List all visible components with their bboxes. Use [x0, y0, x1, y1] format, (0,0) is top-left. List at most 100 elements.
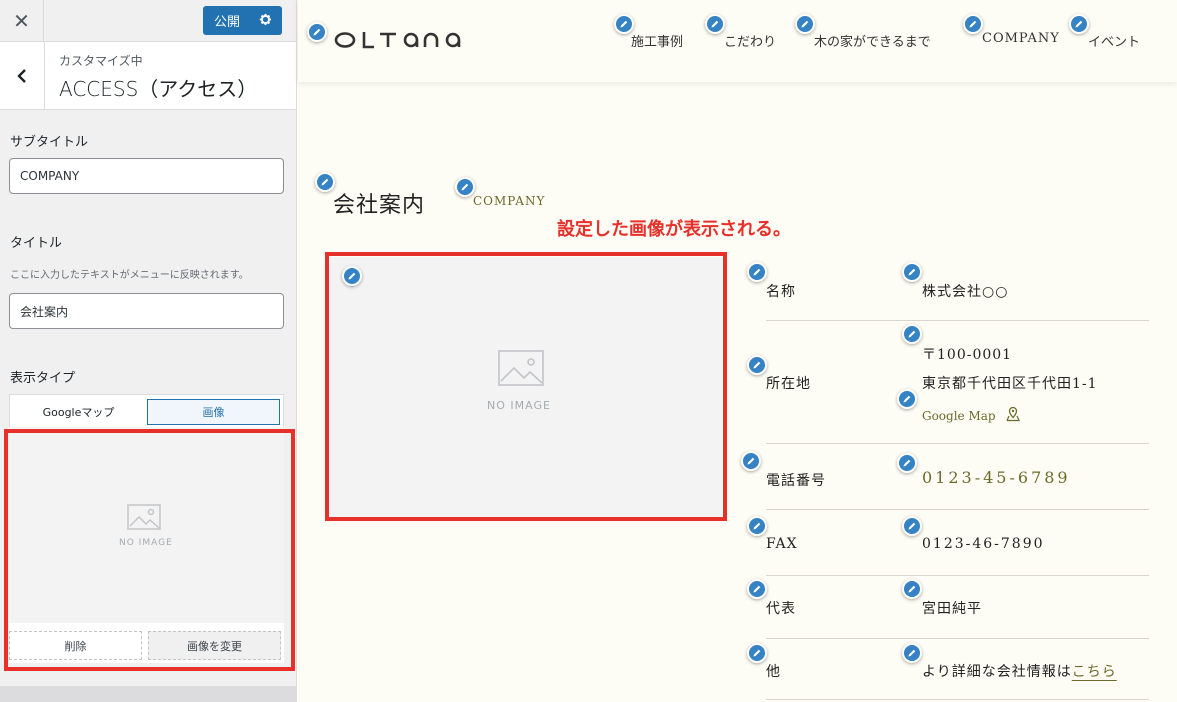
divider: [766, 699, 1149, 700]
tab-google-map[interactable]: Googleマップ: [12, 399, 145, 425]
pencil-icon: [461, 183, 469, 191]
divider: [766, 509, 1149, 510]
edit-shortcut-tel-value[interactable]: [897, 453, 917, 473]
pencil-icon: [753, 361, 761, 369]
pencil-icon: [747, 457, 755, 465]
customizer-sidebar: ✕ 公開 カスタマイズ中 ACCESS（アクセス） サブタイトル COMPANY…: [0, 0, 297, 702]
display-type-label: 表示タイプ: [10, 371, 76, 386]
pencil-icon: [908, 649, 916, 657]
other-text: より詳細な会社情報は: [922, 664, 1072, 680]
edit-shortcut-rep-label[interactable]: [747, 579, 767, 599]
image-placeholder-icon: [498, 350, 544, 386]
other-label: 他: [766, 664, 781, 680]
edit-shortcut-nav[interactable]: [1069, 14, 1089, 34]
pencil-icon: [1075, 20, 1083, 28]
pencil-icon: [620, 20, 628, 28]
site-logo[interactable]: [333, 28, 473, 50]
pencil-icon: [969, 20, 977, 28]
display-type-tabs: Googleマップ 画像: [9, 394, 284, 427]
section-title: ACCESS（アクセス）: [59, 77, 258, 101]
divider: [766, 443, 1149, 444]
nav-item-works[interactable]: 施工事例: [631, 31, 683, 50]
pencil-icon: [908, 268, 916, 276]
pencil-icon: [313, 28, 321, 36]
rep-value: 宮田純平: [922, 601, 982, 617]
title-description: ここに入力したテキストがメニューに反映されます。: [10, 270, 249, 281]
map-pin-icon: [1006, 406, 1021, 422]
pencil-icon: [908, 522, 916, 530]
zip-value: 〒100-0001: [922, 347, 1013, 363]
edit-shortcut-address-label[interactable]: [747, 355, 767, 375]
edit-shortcut-nav[interactable]: [963, 14, 983, 34]
edit-shortcut-title[interactable]: [315, 172, 335, 192]
title-input[interactable]: 会社案内: [9, 293, 284, 329]
change-image-button[interactable]: 画像を変更: [148, 631, 281, 660]
pencil-icon: [753, 585, 761, 593]
edit-shortcut-subtitle[interactable]: [455, 177, 475, 197]
address-label: 所在地: [766, 376, 811, 392]
edit-shortcut-image[interactable]: [342, 266, 362, 286]
rep-label: 代表: [766, 601, 796, 617]
section-header: カスタマイズ中 ACCESS（アクセス）: [0, 42, 296, 110]
pencil-icon: [348, 272, 356, 280]
pencil-icon: [753, 522, 761, 530]
edit-shortcut-nav[interactable]: [705, 14, 725, 34]
edit-shortcut-name-label[interactable]: [747, 262, 767, 282]
pencil-icon: [711, 20, 719, 28]
section-heading: 会社案内: [333, 193, 426, 218]
tel-label: 電話番号: [766, 473, 826, 489]
tab-image[interactable]: 画像: [147, 399, 280, 425]
breadcrumb: カスタマイズ中: [59, 54, 143, 68]
subtitle-label: サブタイトル: [10, 135, 89, 150]
edit-shortcut-fax-value[interactable]: [902, 516, 922, 536]
site-header: 施工事例 こだわり 木の家ができるまで COMPANY イベント: [298, 0, 1177, 82]
title-label: タイトル: [10, 236, 63, 251]
fax-value: 0123-46-7890: [922, 536, 1045, 552]
pencil-icon: [903, 395, 911, 403]
edit-shortcut-fax-label[interactable]: [747, 516, 767, 536]
sidebar-footer: [0, 686, 296, 702]
edit-shortcut-rep-value[interactable]: [902, 579, 922, 599]
close-icon[interactable]: ✕: [0, 0, 44, 42]
gear-icon[interactable]: [258, 12, 273, 27]
subtitle-input[interactable]: COMPANY: [9, 158, 284, 194]
nav-item-process[interactable]: 木の家ができるまで: [814, 31, 931, 50]
divider: [766, 638, 1149, 639]
no-image-text: NO IMAGE: [119, 538, 173, 548]
other-value: より詳細な会社情報はこちら: [922, 661, 1117, 681]
edit-shortcut-map[interactable]: [897, 389, 917, 409]
edit-shortcut-nav[interactable]: [614, 14, 634, 34]
pencil-icon: [903, 459, 911, 467]
edit-shortcut-tel-label[interactable]: [741, 451, 761, 471]
fax-label: FAX: [766, 536, 798, 552]
pencil-icon: [321, 178, 329, 186]
image-control: NO IMAGE 削除 画像を変更: [9, 427, 284, 663]
nav-item-company[interactable]: COMPANY: [982, 31, 1060, 46]
edit-shortcut-name-value[interactable]: [902, 262, 922, 282]
google-map-link[interactable]: Google Map: [922, 406, 1021, 423]
chevron-left-icon: [17, 69, 26, 83]
back-button[interactable]: [0, 42, 45, 110]
edit-shortcut-other-label[interactable]: [747, 643, 767, 663]
nav-item-commitment[interactable]: こだわり: [724, 31, 776, 50]
access-image: NO IMAGE: [330, 257, 722, 517]
nav-item-event[interactable]: イベント: [1088, 31, 1140, 50]
detail-link[interactable]: こちら: [1072, 664, 1117, 680]
tel-value[interactable]: 0123-45-6789: [922, 468, 1071, 487]
annotation-text: 設定した画像が表示される。: [557, 219, 791, 240]
name-label: 名称: [766, 284, 796, 300]
edit-shortcut-other-value[interactable]: [902, 643, 922, 663]
edit-shortcut-address-value[interactable]: [902, 324, 922, 344]
image-preview[interactable]: NO IMAGE: [9, 427, 284, 623]
google-map-link-text: Google Map: [922, 409, 996, 423]
pencil-icon: [753, 649, 761, 657]
edit-shortcut-nav[interactable]: [795, 14, 815, 34]
edit-shortcut-logo[interactable]: [307, 22, 327, 42]
pencil-icon: [801, 20, 809, 28]
delete-button[interactable]: 削除: [9, 631, 142, 660]
publish-button[interactable]: 公開: [203, 6, 282, 35]
image-placeholder-icon: [127, 504, 161, 530]
divider: [766, 320, 1149, 321]
address-value: 東京都千代田区千代田1-1: [922, 376, 1098, 392]
no-image-text: NO IMAGE: [487, 399, 551, 412]
